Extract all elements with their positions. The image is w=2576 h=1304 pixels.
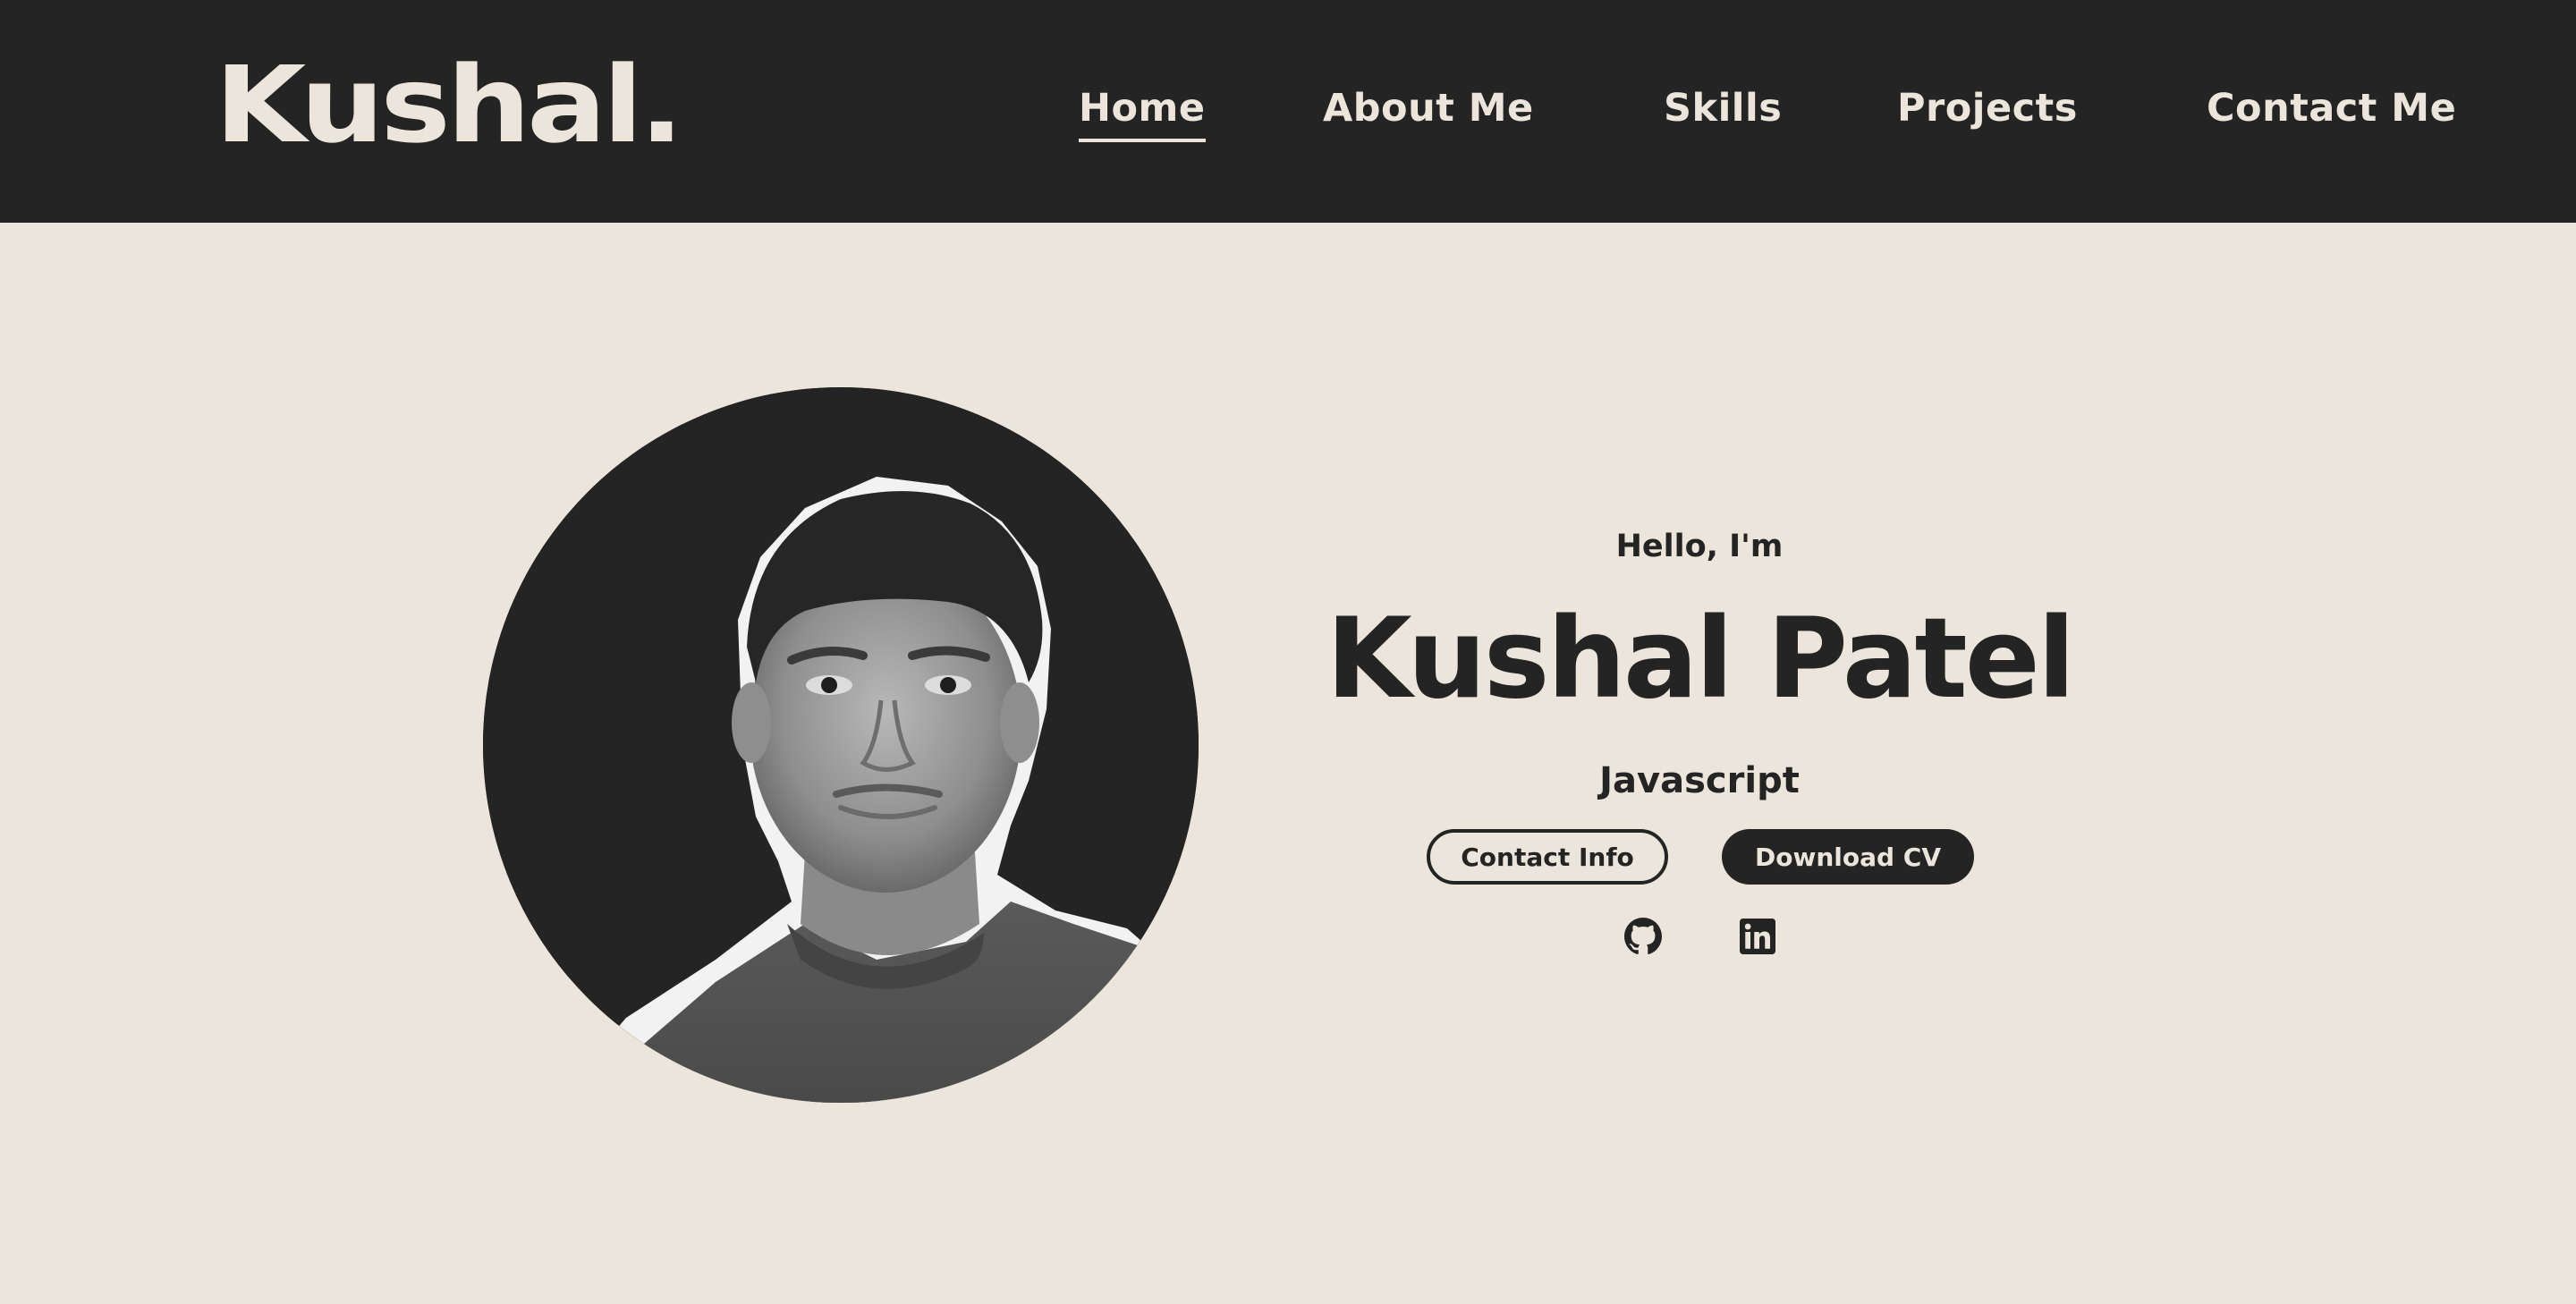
linkedin-link[interactable] bbox=[1738, 917, 1777, 956]
nav-link-projects[interactable]: Projects bbox=[1897, 89, 2078, 128]
nav-link-about-me[interactable]: About Me bbox=[1323, 89, 1534, 128]
hero-greeting: Hello, I'm bbox=[1615, 529, 1784, 564]
github-link[interactable] bbox=[1623, 917, 1663, 956]
profile-portrait bbox=[483, 387, 1199, 1103]
contact-info-button[interactable]: Contact Info bbox=[1427, 829, 1668, 885]
hero-name: Kushal Patel bbox=[1326, 595, 2076, 724]
logo[interactable]: Kushal. bbox=[215, 52, 684, 157]
download-cv-button[interactable]: Download CV bbox=[1722, 829, 1974, 885]
nav-link-skills[interactable]: Skills bbox=[1664, 89, 1782, 128]
linkedin-icon bbox=[1740, 919, 1775, 954]
profile-photo bbox=[483, 387, 1199, 1103]
hero-role: Javascript bbox=[1599, 760, 1800, 801]
navbar: Kushal. Home About Me Skills Projects Co… bbox=[0, 0, 2576, 223]
nav-link-home[interactable]: Home bbox=[1079, 89, 1206, 142]
nav-link-contact-me[interactable]: Contact Me bbox=[2207, 89, 2456, 128]
github-icon bbox=[1624, 918, 1662, 954]
